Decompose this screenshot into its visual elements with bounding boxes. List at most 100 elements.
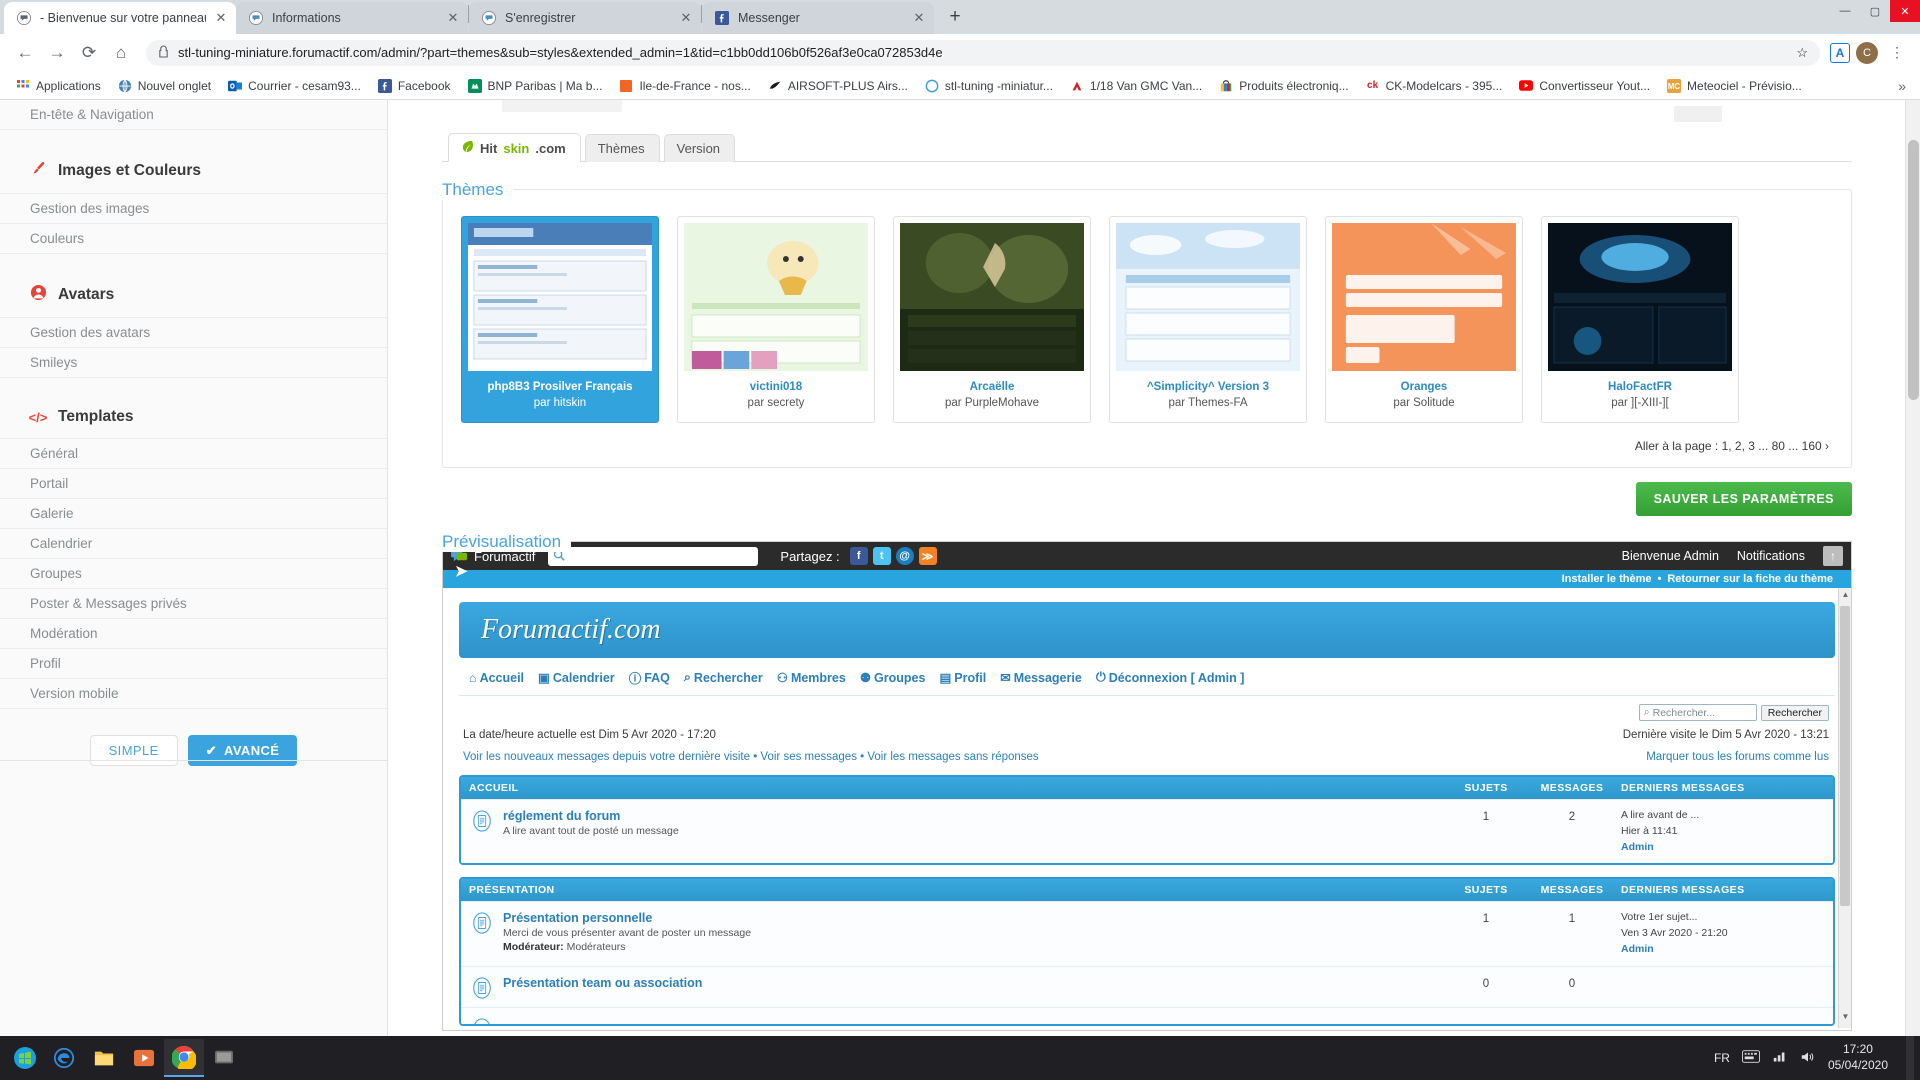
edge-icon[interactable]: [44, 1039, 84, 1077]
twitter-icon[interactable]: t: [872, 547, 891, 566]
sidebar-item-calendrier[interactable]: Calendrier: [0, 529, 387, 559]
scroll-down-arrow-icon[interactable]: ▼: [1839, 1012, 1851, 1026]
forum-row[interactable]: Présentation personnelle Merci de vous p…: [461, 901, 1833, 966]
themes-pager[interactable]: Aller à la page : 1, 2, 3 ... 80 ... 160…: [461, 423, 1833, 453]
nav-faq[interactable]: ⓘ FAQ: [629, 668, 670, 687]
bookmark-nouvel-onglet[interactable]: Nouvel onglet: [110, 76, 218, 96]
keyboard-icon[interactable]: [1741, 1050, 1760, 1066]
explorer-icon[interactable]: [84, 1039, 124, 1077]
new-tab-button[interactable]: +: [940, 2, 970, 32]
theme-thumbnail[interactable]: [1548, 223, 1732, 371]
nav-membres[interactable]: ⚇ Membres: [777, 670, 846, 686]
forum-row[interactable]: réglement du forum A lire avant tout de …: [461, 799, 1833, 864]
bookmark-apps[interactable]: Applications: [8, 76, 108, 96]
theme-thumbnail[interactable]: [1332, 223, 1516, 371]
theme-thumbnail[interactable]: [684, 223, 868, 371]
theme-thumbnail[interactable]: [1116, 223, 1300, 371]
close-icon[interactable]: ✕: [912, 11, 926, 25]
theme-card[interactable]: php8B3 Prosilver Français par hitskin: [461, 216, 659, 424]
nav-groupes[interactable]: ⚉ Groupes: [860, 670, 926, 686]
bookmark-ile-de-france[interactable]: Ile-de-France - nos...: [611, 76, 757, 96]
sidebar-item-version-mobile[interactable]: Version mobile: [0, 679, 387, 709]
scroll-up-icon[interactable]: ↑: [1823, 546, 1843, 567]
facebook-icon[interactable]: f: [849, 547, 868, 566]
install-theme-link[interactable]: Installer le thème: [1562, 573, 1652, 585]
sidebar-item-portail[interactable]: Portail: [0, 469, 387, 499]
browser-tab-0[interactable]: - Bienvenue sur votre panneau d ✕: [4, 2, 236, 34]
language-indicator[interactable]: FR: [1714, 1051, 1730, 1065]
moderator-value[interactable]: Modérateurs: [567, 941, 626, 953]
quick-links-left[interactable]: Voir les nouveaux messages depuis votre …: [463, 751, 1039, 763]
sidebar-group-avatars[interactable]: Avatars: [0, 268, 387, 318]
sidebar-item-poster-messages-prives[interactable]: Poster & Messages privés: [0, 589, 387, 619]
browser-tab-3[interactable]: Messenger ✕: [702, 2, 934, 34]
forumactif-search-input[interactable]: [548, 546, 759, 566]
theme-thumbnail[interactable]: [468, 223, 652, 371]
maximize-button[interactable]: ▢: [1860, 0, 1890, 22]
home-icon[interactable]: ⌂: [106, 38, 136, 68]
rss-icon[interactable]: ≫: [918, 547, 937, 566]
star-icon[interactable]: ☆: [1796, 45, 1808, 61]
bookmark-stl-tuning[interactable]: stl-tuning -miniatur...: [917, 76, 1060, 96]
windows-start-icon[interactable]: [6, 1039, 44, 1077]
media-player-icon[interactable]: [124, 1039, 164, 1077]
at-icon[interactable]: @: [895, 547, 914, 566]
sidebar-item-gestion-des-images[interactable]: Gestion des images: [0, 194, 387, 224]
theme-thumbnail[interactable]: [900, 223, 1084, 371]
bookmark-convertisseur-youtube[interactable]: Convertisseur Yout...: [1511, 76, 1657, 96]
last-message-title[interactable]: A lire avant de ...: [1621, 808, 1825, 824]
browser-tab-1[interactable]: Informations ✕: [236, 2, 468, 34]
network-icon[interactable]: [1772, 1050, 1788, 1067]
forum-title[interactable]: réglement du forum: [503, 809, 620, 823]
forum-row-partial[interactable]: [461, 1006, 1833, 1024]
forum-search-input[interactable]: ⌕ Rechercher...: [1638, 704, 1757, 722]
back-to-theme-link[interactable]: Retourner sur la fiche du thème: [1667, 573, 1833, 585]
sidebar-item-couleurs[interactable]: Couleurs: [0, 224, 387, 254]
bookmark-facebook[interactable]: Facebook: [370, 76, 458, 96]
nav-messagerie[interactable]: ✉ Messagerie: [1000, 670, 1082, 686]
bookmarks-overflow-icon[interactable]: »: [1892, 78, 1912, 94]
theme-card[interactable]: HaloFactFR par ][-XIII-][: [1541, 216, 1739, 424]
bookmark-bnp[interactable]: BNP Paribas | Ma b...: [460, 76, 610, 96]
close-icon[interactable]: ✕: [214, 11, 228, 25]
mark-all-read-link[interactable]: Marquer tous les forums comme lus: [1646, 751, 1829, 763]
sidebar-group-images-couleurs[interactable]: Images et Couleurs: [0, 144, 387, 194]
last-message-user[interactable]: Admin: [1621, 942, 1825, 958]
bookmark-meteociel[interactable]: MC Meteociel - Prévisio...: [1659, 76, 1809, 96]
save-settings-button[interactable]: SAUVER LES PARAMÈTRES: [1635, 482, 1852, 517]
app-icon[interactable]: [204, 1039, 244, 1077]
simple-mode-button[interactable]: SIMPLE: [89, 735, 178, 766]
last-message-title[interactable]: Votre 1er sujet...: [1621, 910, 1825, 926]
tab-hitskin[interactable]: Hit skin .com: [448, 133, 581, 162]
theme-card[interactable]: Arcaëlle par PurpleMohave: [893, 216, 1091, 424]
nav-accueil[interactable]: ⌂ Accueil: [469, 671, 524, 685]
address-bar[interactable]: stl-tuning-miniature.forumactif.com/admi…: [146, 39, 1820, 66]
sidebar-item-general[interactable]: Général: [0, 439, 387, 469]
last-message-user[interactable]: Admin: [1621, 840, 1825, 856]
sidebar-item-smileys[interactable]: Smileys: [0, 348, 387, 378]
sidebar-item-entete-navigation[interactable]: En-tête & Navigation: [0, 100, 387, 130]
sidebar-group-templates[interactable]: </> Templates: [0, 392, 387, 439]
window-close-button[interactable]: ✕: [1890, 0, 1920, 22]
tab-version[interactable]: Version: [663, 134, 736, 162]
nav-calendrier[interactable]: ▣ Calendrier: [538, 670, 615, 686]
bookmark-airsoft[interactable]: AIRSOFT-PLUS Airs...: [760, 76, 915, 96]
tab-themes[interactable]: Thèmes: [584, 134, 660, 162]
browser-tab-2[interactable]: S'enregistrer ✕: [469, 2, 701, 34]
show-desktop-button[interactable]: [1906, 1036, 1914, 1080]
nav-rechercher[interactable]: ⌕ Rechercher: [684, 670, 763, 685]
bookmark-van-gmc[interactable]: 1/18 Van GMC Van...: [1062, 76, 1209, 96]
scroll-up-arrow-icon[interactable]: ▲: [1839, 590, 1851, 604]
forum-row[interactable]: Présentation team ou association 0 0: [461, 965, 1833, 1007]
nav-deconnexion[interactable]: ⏻ Déconnexion [ Admin ]: [1096, 670, 1245, 685]
minimize-button[interactable]: —: [1830, 0, 1860, 22]
theme-card[interactable]: Oranges par Solitude: [1325, 216, 1523, 424]
nav-profil[interactable]: ▤ Profil: [939, 670, 986, 686]
bookmark-produits-electroniques[interactable]: Produits électroniq...: [1211, 76, 1355, 96]
volume-icon[interactable]: [1800, 1050, 1816, 1067]
sidebar-item-groupes[interactable]: Groupes: [0, 559, 387, 589]
translate-icon[interactable]: A: [1830, 42, 1850, 63]
theme-card[interactable]: ^Simplicity^ Version 3 par Themes-FA: [1109, 216, 1307, 424]
theme-card[interactable]: victini018 par secrety: [677, 216, 875, 424]
chrome-icon[interactable]: [164, 1039, 204, 1077]
